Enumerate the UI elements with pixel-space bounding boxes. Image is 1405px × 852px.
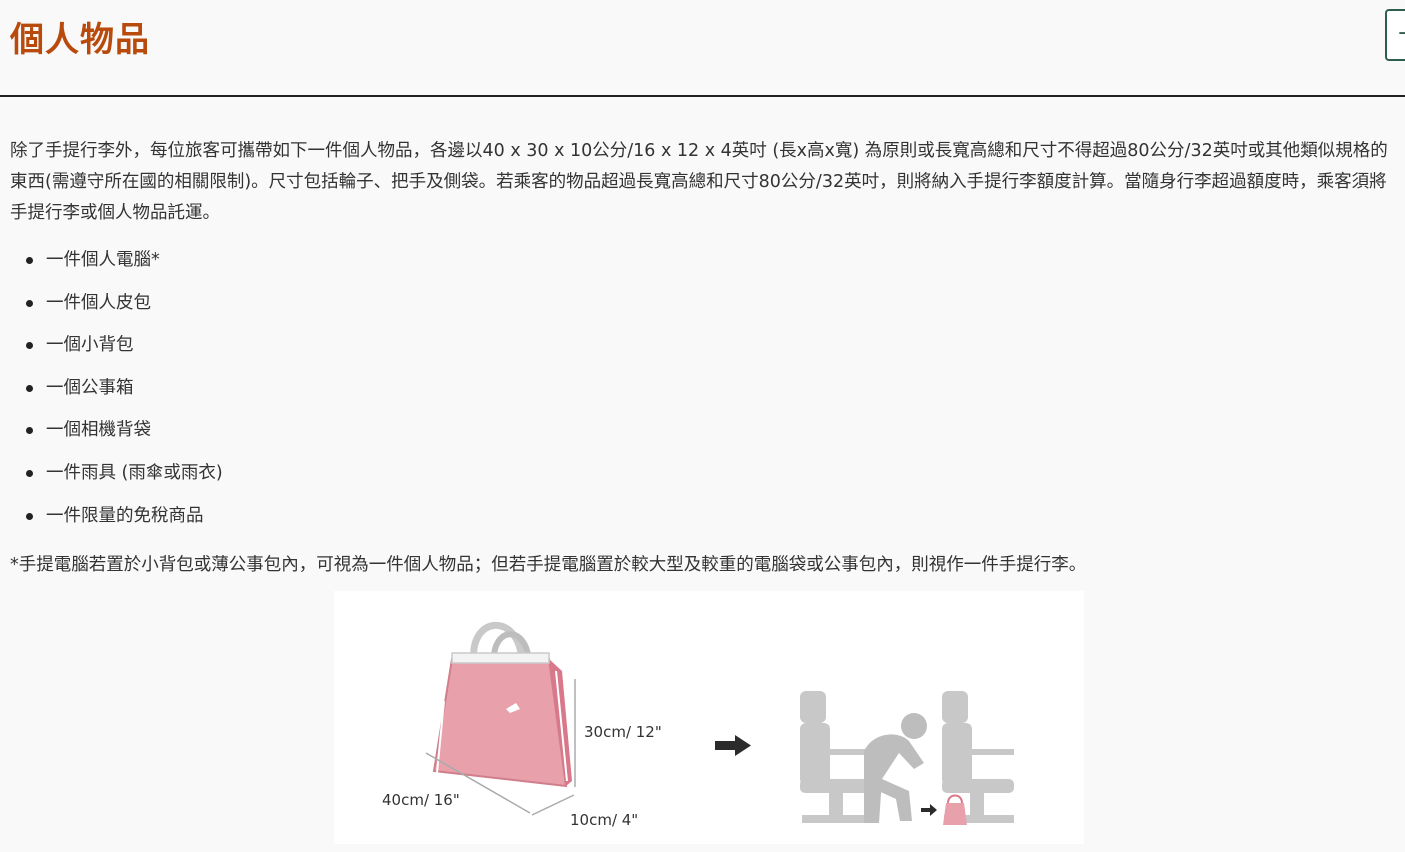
- list-item: 一個相機背袋: [10, 409, 1402, 452]
- small-bag-icon: [943, 794, 967, 825]
- main-content: 除了手提行李外，每位旅客可攜帶如下一件個人物品，各邊以40 x 30 x 10公…: [10, 136, 1402, 577]
- bullet-icon: [26, 257, 33, 264]
- length-label: 40cm/ 16": [382, 791, 460, 809]
- laptop-note: *手提電腦若置於小背包或薄公事包內，可視為一件個人物品；但若手提電腦置於較大型及…: [10, 555, 1087, 576]
- list-item-label: 一件個人皮包: [46, 292, 151, 313]
- arrow-small-icon: [921, 804, 937, 816]
- bullet-icon: [26, 427, 33, 435]
- list-item-label: 一件限量的免稅商品: [46, 505, 204, 526]
- list-item: 一件雨具 (雨傘或雨衣): [10, 452, 1402, 495]
- passenger-icon: [864, 713, 927, 823]
- bullet-icon: [26, 512, 33, 520]
- height-label: 30cm/ 12": [584, 723, 662, 741]
- bullet-icon: [26, 469, 33, 477]
- list-item-label: 一件雨具 (雨傘或雨衣): [46, 462, 223, 483]
- list-item: 一個小背包: [10, 324, 1402, 367]
- intro-paragraph: 除了手提行李外，每位旅客可攜帶如下一件個人物品，各邊以40 x 30 x 10公…: [10, 141, 1388, 223]
- list-item-label: 一個小背包: [46, 335, 134, 356]
- bullet-icon: [26, 342, 33, 350]
- list-item: 一件個人電腦*: [10, 239, 1402, 282]
- page-header: 個人物品 +: [0, 0, 1405, 97]
- expand-button[interactable]: +: [1385, 9, 1405, 61]
- baggage-size-illustration: 30cm/ 12" 40cm/ 16" 10cm/ 4": [334, 591, 1084, 844]
- list-item: 一件限量的免稅商品: [10, 495, 1402, 538]
- list-item: 一個公事箱: [10, 367, 1402, 410]
- handbag-icon: [432, 621, 572, 788]
- list-item-label: 一個公事箱: [46, 377, 134, 398]
- list-item-label: 一件個人電腦*: [46, 250, 160, 270]
- personal-items-list: 一件個人電腦* 一件個人皮包 一個小背包 一個公事箱 一個相機背袋 一件雨具 (…: [10, 239, 1402, 537]
- page-title: 個人物品: [10, 20, 150, 60]
- bullet-icon: [26, 384, 33, 392]
- list-item: 一件個人皮包: [10, 282, 1402, 325]
- width-label: 10cm/ 4": [570, 811, 638, 829]
- arrow-right-icon: [715, 735, 751, 756]
- bullet-icon: [26, 299, 33, 307]
- list-item-label: 一個相機背袋: [46, 420, 151, 441]
- width-dimension-line: [531, 794, 575, 816]
